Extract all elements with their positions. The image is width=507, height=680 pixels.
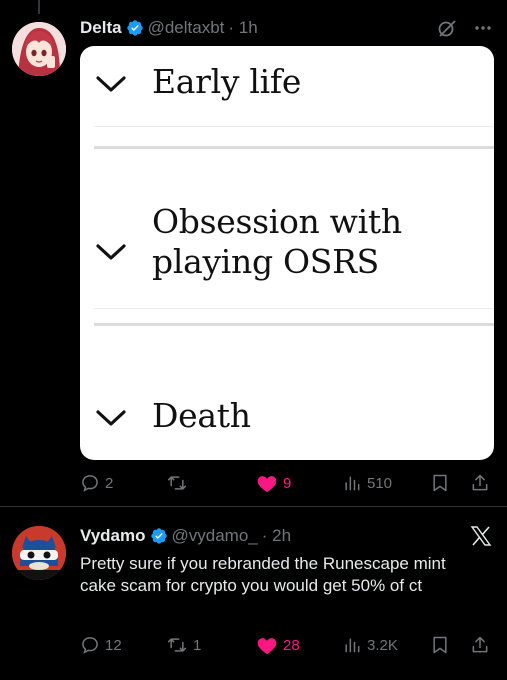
chevron-down-icon: [96, 410, 126, 426]
section-early-life: Early life: [80, 62, 494, 102]
repost-button[interactable]: [166, 470, 193, 496]
verified-badge-icon: [126, 20, 143, 36]
divider: [94, 126, 494, 127]
more-icon[interactable]: [473, 18, 493, 43]
like-button[interactable]: 9: [256, 470, 291, 496]
divider: [94, 146, 494, 149]
heart-icon: [257, 638, 277, 655]
tweet-actions: 12 1 28 3.2K: [80, 632, 494, 658]
author-handle[interactable]: @vydamo_: [172, 526, 258, 546]
views-icon: [345, 638, 360, 653]
tweet-top-actions: [437, 18, 493, 43]
share-icon: [472, 636, 488, 653]
grok-icon[interactable]: [437, 18, 457, 43]
timestamp[interactable]: · 2h: [262, 526, 291, 546]
chevron-down-icon: [96, 244, 126, 260]
bookmark-icon: [433, 636, 447, 654]
views-icon: [345, 476, 360, 491]
repost-button[interactable]: 1: [166, 632, 201, 658]
section-death: Death: [80, 396, 494, 436]
share-button[interactable]: [470, 470, 490, 496]
avatar[interactable]: [12, 526, 66, 580]
divider: [94, 308, 494, 309]
reply-icon: [82, 637, 98, 654]
media-card[interactable]: Early life Obsession with playing OSRS D…: [80, 46, 494, 460]
tweet-header: Vydamo @vydamo_ · 2h: [80, 525, 291, 547]
timestamp[interactable]: · 1h: [228, 18, 257, 38]
section-obsession: Obsession with playing OSRS: [80, 202, 494, 284]
like-button[interactable]: 28: [256, 632, 300, 658]
reply-button[interactable]: 2: [80, 470, 113, 496]
repost-icon: [167, 638, 187, 652]
thread-line: [38, 0, 40, 14]
view-count: 510: [367, 474, 393, 492]
avatar[interactable]: [12, 22, 66, 76]
author-name[interactable]: Delta: [80, 18, 122, 38]
reply-button[interactable]: 12: [80, 632, 122, 658]
repost-count: 1: [193, 636, 202, 654]
section-title: Death: [152, 396, 251, 435]
reply-count: 12: [105, 636, 122, 654]
x-logo-icon: [469, 524, 493, 553]
like-count: 28: [283, 636, 300, 654]
bookmark-button[interactable]: [430, 632, 450, 658]
views-button[interactable]: 510: [342, 470, 392, 496]
tweet-header: Delta @deltaxbt · 1h: [80, 17, 258, 39]
share-icon: [472, 474, 488, 491]
like-count: 9: [283, 474, 292, 492]
author-name[interactable]: Vydamo: [80, 526, 146, 546]
section-title: Obsession with playing OSRS: [152, 202, 402, 281]
repost-icon: [167, 476, 187, 490]
tweet-text: Pretty sure if you rebranded the Runesca…: [80, 554, 446, 595]
tweet-actions: 2 9 510: [80, 470, 494, 496]
section-title: Early life: [152, 62, 302, 101]
views-button[interactable]: 3.2K: [342, 632, 398, 658]
reply-icon: [82, 475, 98, 492]
verified-badge-icon: [150, 528, 167, 544]
view-count: 3.2K: [367, 636, 398, 654]
reply-count: 2: [105, 474, 114, 492]
share-button[interactable]: [470, 632, 490, 658]
bookmark-button[interactable]: [430, 470, 450, 496]
divider: [94, 323, 494, 326]
bookmark-icon: [433, 474, 447, 492]
author-handle[interactable]: @deltaxbt: [148, 18, 225, 38]
tweet-divider: [0, 506, 507, 507]
heart-icon: [257, 476, 277, 493]
chevron-down-icon: [96, 76, 126, 92]
